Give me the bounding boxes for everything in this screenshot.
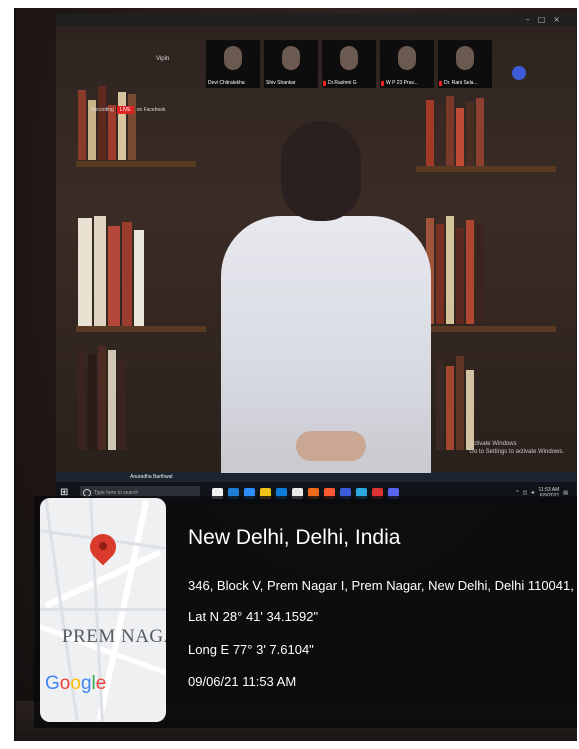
geotag-longitude: Long E 77° 3' 7.6104"	[188, 642, 314, 657]
shelf-board	[416, 166, 556, 172]
books-left-mid	[78, 216, 144, 326]
participant-tiles: Devi Chitralekha Shiv Shankar Dr.Rashmi …	[206, 40, 492, 88]
window-titlebar: –□×	[56, 14, 576, 26]
host-name: Vipin	[156, 56, 170, 62]
map-area-label: PREM NAGA	[62, 626, 166, 647]
participant-name: Dr.Rashmi G	[328, 80, 357, 86]
mic-muted-icon	[381, 81, 384, 86]
participant-tile[interactable]: Shiv Shankar	[264, 40, 318, 88]
participant-avatar	[340, 46, 358, 70]
mic-muted-icon	[323, 81, 326, 86]
location-pin-dot	[99, 542, 107, 550]
recording-label: Recording	[91, 107, 114, 113]
mic-muted-icon	[439, 81, 442, 86]
participant-avatar	[282, 46, 300, 70]
participant-tile[interactable]: Dr. Rani Sela...	[438, 40, 492, 88]
monitor-screen: –□× Vipin Devi Chitralekha Shiv Shankar …	[56, 14, 576, 504]
participant-avatar	[224, 46, 242, 70]
participant-name: Dr. Rani Sela...	[444, 80, 478, 86]
participant-name: W P 23 Prav...	[386, 80, 418, 86]
map-thumbnail: PREM NAGA Google	[40, 498, 166, 722]
video-feed: Vipin Devi Chitralekha Shiv Shankar Dr.R…	[56, 26, 576, 480]
speaker-hands	[296, 431, 366, 461]
live-destination: on Facebook	[136, 107, 166, 113]
photo-frame: –□× Vipin Devi Chitralekha Shiv Shankar …	[14, 8, 577, 741]
watermark-subtitle: Go to Settings to activate Windows.	[469, 449, 564, 455]
window-controls[interactable]: –□×	[526, 15, 568, 24]
recording-indicator: Recording LIVE on Facebook	[91, 106, 166, 114]
watermark-title: Activate Windows	[469, 441, 517, 447]
google-logo: Google	[45, 673, 107, 694]
shelf-board	[416, 326, 556, 332]
participant-avatar	[456, 46, 474, 70]
active-speaker-video	[221, 121, 431, 473]
books-right-mid	[426, 216, 484, 324]
geotag-address: 346, Block V, Prem Nagar I, Prem Nagar, …	[188, 578, 577, 593]
participant-name: Devi Chitralekha	[208, 80, 245, 86]
books-right-bottom	[436, 356, 474, 450]
participant-tile[interactable]: W P 23 Prav...	[380, 40, 434, 88]
books-right-top	[426, 96, 484, 166]
live-badge: LIVE	[116, 106, 134, 114]
participant-avatar	[398, 46, 416, 70]
participant-tile[interactable]: Dr.Rashmi G	[322, 40, 376, 88]
activate-windows-watermark: Activate Windows Go to Settings to activ…	[469, 440, 564, 456]
geotag-city: New Delhi, Delhi, India	[188, 526, 401, 549]
books-left-top	[78, 86, 136, 160]
geotag-datetime: 09/06/21 11:53 AM	[188, 674, 297, 689]
participant-tile[interactable]: Devi Chitralekha	[206, 40, 260, 88]
map-road	[40, 608, 166, 611]
shelf-board	[76, 161, 196, 167]
geotag-overlay: PREM NAGA Google New Delhi, Delhi, India…	[34, 496, 577, 728]
speaker-head	[281, 121, 361, 221]
next-page-button[interactable]	[512, 66, 526, 80]
shelf-board	[76, 326, 206, 332]
books-left-bottom	[78, 346, 126, 450]
geotag-latitude: Lat N 28° 41' 34.1592"	[188, 609, 319, 624]
active-speaker-name: Anuradha Barthwal	[130, 474, 173, 480]
participant-name: Shiv Shankar	[266, 80, 296, 86]
